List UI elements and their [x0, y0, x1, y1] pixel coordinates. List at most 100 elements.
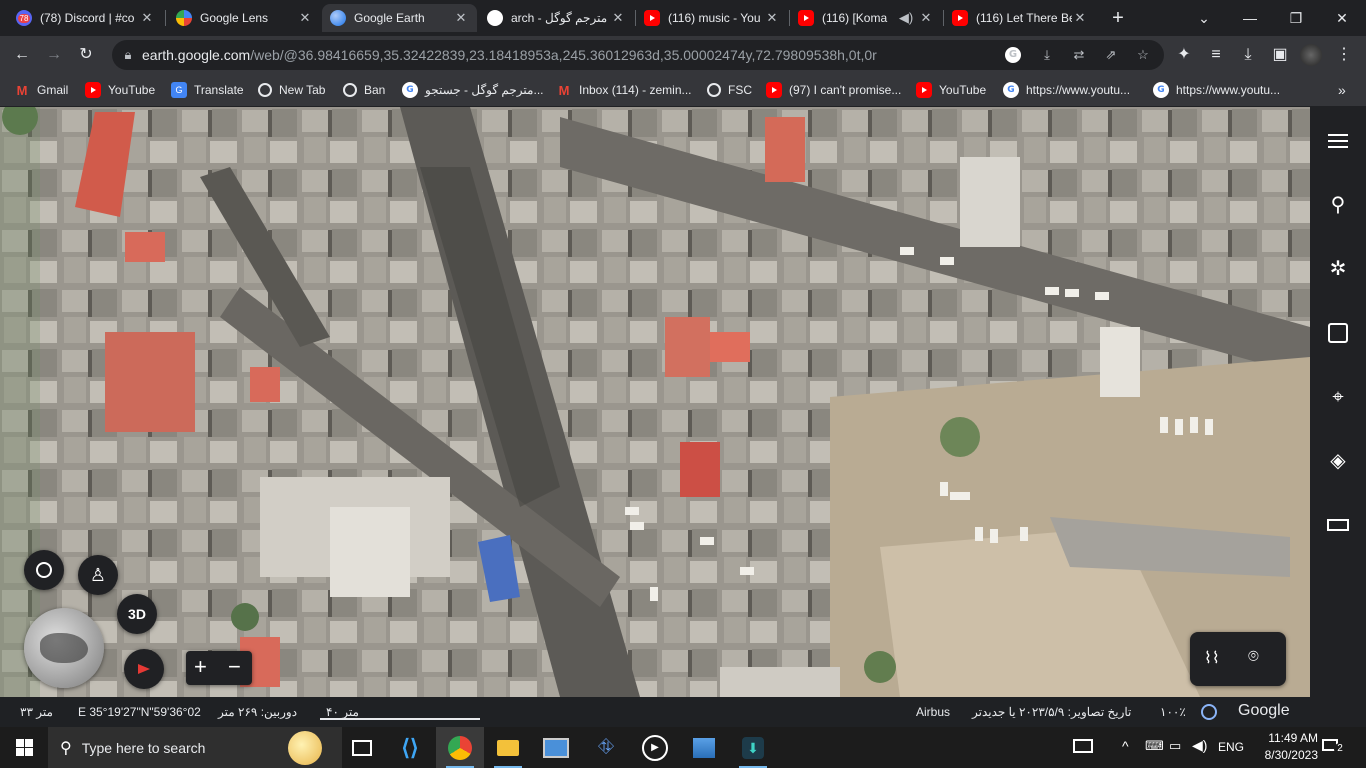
bookmark-youtube-link-1[interactable]: Ghttps://www.youtu...: [1003, 82, 1130, 98]
reload-button[interactable]: ↻: [74, 43, 98, 67]
clock-time[interactable]: 11:49 AM: [1256, 731, 1318, 745]
scale-label: ۴۰ متر: [326, 705, 359, 719]
gmail-icon: M: [558, 82, 570, 98]
translate-icon[interactable]: ⇄: [1069, 45, 1089, 65]
side-panel-icon[interactable]: ▣: [1268, 43, 1292, 67]
compass-icon: [138, 664, 150, 674]
map-style-layers-icon[interactable]: ◈: [1326, 449, 1350, 473]
bookmark-inbox[interactable]: M Inbox (114) - zemin...: [556, 82, 692, 98]
lock-icon[interactable]: 🔒︎: [118, 45, 138, 65]
menu-kebab-icon[interactable]: ⋮: [1332, 43, 1356, 67]
zoom-in-button[interactable]: +: [194, 654, 207, 680]
globe-icon: [343, 83, 357, 97]
projects-pin-icon[interactable]: ⌖: [1326, 385, 1350, 409]
bookmark-google-translate-search[interactable]: G مترجم گوگل - جستجو...: [402, 82, 544, 98]
profile-avatar[interactable]: [1300, 44, 1322, 66]
taskbar-search-box[interactable]: ⚲ Type here to search: [48, 727, 342, 768]
bookmark-label: Ban: [364, 83, 386, 97]
close-icon[interactable]: ✕: [1072, 10, 1088, 26]
taskbar-media-player[interactable]: ▶: [631, 727, 679, 768]
tab-search-button[interactable]: ⌄: [1192, 6, 1216, 30]
bookmark-youtube-link-2[interactable]: Ghttps://www.youtu...: [1153, 82, 1280, 98]
close-icon[interactable]: ✕: [297, 10, 313, 26]
network-status-icon[interactable]: ▭: [1169, 738, 1181, 754]
taskbar-vscode[interactable]: ⟨⟩: [386, 727, 434, 768]
tab-youtube-let-there-be[interactable]: (116) Let There Be ✕: [944, 4, 1096, 32]
measure-ruler-icon[interactable]: [1326, 513, 1350, 537]
imagery-attribution: Airbus: [916, 705, 951, 719]
tab-google-earth[interactable]: Google Earth ✕: [322, 4, 477, 32]
taskbar-file-explorer[interactable]: [484, 727, 532, 768]
close-icon[interactable]: ✕: [918, 10, 934, 26]
play-icon: ▶: [642, 734, 668, 761]
media-control-icon[interactable]: ≡: [1204, 43, 1228, 67]
bookmark-ban[interactable]: Ban: [343, 82, 385, 98]
tab-youtube-koma[interactable]: (116) [Koma ◀) ✕: [790, 4, 942, 32]
street-view-pegman-button[interactable]: ♙: [78, 555, 118, 595]
feeling-lucky-dice-icon[interactable]: [1326, 321, 1350, 345]
bookmark-new-tab[interactable]: New Tab: [258, 82, 325, 98]
install-app-icon[interactable]: ⤓: [1037, 45, 1057, 65]
extensions-icon[interactable]: ✦: [1172, 43, 1196, 67]
taskbar-network-app[interactable]: ⛗: [582, 727, 630, 768]
address-bar[interactable]: 🔒︎ earth.google.com/web/@36.98416659,35.…: [112, 40, 1164, 70]
speaker-icon[interactable]: ◀): [898, 10, 914, 26]
keyboard-icon[interactable]: ⌨: [1145, 738, 1164, 754]
show-hidden-icons-chevron-icon[interactable]: ^: [1122, 738, 1129, 754]
clock-date[interactable]: 8/30/2023: [1254, 748, 1318, 762]
language-indicator[interactable]: ENG: [1218, 740, 1244, 754]
back-button[interactable]: ←: [10, 43, 34, 67]
google-icon[interactable]: G: [1005, 47, 1021, 63]
close-icon[interactable]: ✕: [764, 10, 780, 26]
close-icon[interactable]: ✕: [610, 10, 626, 26]
toggle-3d-button[interactable]: 3D: [117, 594, 157, 634]
volume-icon[interactable]: ◀): [1192, 737, 1207, 754]
measure-path-icon[interactable]: ⌇⌇: [1204, 648, 1220, 668]
discord-badge: 78: [17, 13, 31, 23]
task-view-button[interactable]: [338, 727, 386, 768]
share-icon[interactable]: ⇗: [1101, 45, 1121, 65]
minimize-button[interactable]: —: [1238, 6, 1262, 30]
search-icon[interactable]: ⚲: [1326, 193, 1350, 217]
satellite-map-view[interactable]: ♙ 3D + − ⌇⌇ ⌾: [0, 107, 1310, 697]
url-text[interactable]: earth.google.com/web/@36.98416659,35.324…: [142, 47, 877, 63]
globe-overview-button[interactable]: [24, 608, 104, 688]
bookmark-gmail[interactable]: M Gmail: [14, 82, 69, 98]
close-icon[interactable]: ✕: [139, 10, 155, 26]
more-bookmarks-chevron-icon[interactable]: »: [1338, 82, 1346, 98]
bookmark-youtube-video[interactable]: (97) I can't promise...: [766, 82, 901, 98]
bookmark-translate[interactable]: G Translate: [171, 82, 244, 98]
notification-center-button[interactable]: 2: [1322, 737, 1346, 757]
bookmark-youtube-2[interactable]: YouTube: [916, 82, 986, 98]
tab-discord[interactable]: 78 (78) Discord | #co ✕: [8, 4, 163, 32]
taskbar-remote-desktop[interactable]: [532, 727, 580, 768]
forward-button[interactable]: →: [42, 43, 66, 67]
bookmark-label: New Tab: [279, 83, 326, 97]
close-window-button[interactable]: ✕: [1330, 6, 1354, 30]
tab-google-translate[interactable]: G arch - مترجم گوگل ✕: [479, 4, 634, 32]
bookmark-youtube[interactable]: YouTube: [85, 82, 155, 98]
tab-google-lens[interactable]: Google Lens ✕: [168, 4, 321, 32]
bookmark-label: (97) I can't promise...: [789, 83, 902, 97]
hamburger-menu-icon[interactable]: [1326, 129, 1350, 153]
voyager-icon[interactable]: ✲: [1326, 257, 1350, 281]
bookmark-label: FSC: [728, 83, 752, 97]
youtube-icon: [952, 10, 968, 26]
taskbar-app[interactable]: ⬇: [729, 727, 777, 768]
new-tab-button[interactable]: +: [1106, 6, 1130, 30]
maximize-button[interactable]: ❐: [1284, 6, 1308, 30]
downloads-icon[interactable]: ⤓: [1236, 43, 1260, 67]
compass-button[interactable]: [124, 649, 164, 689]
zoom-out-button[interactable]: −: [228, 654, 241, 680]
tab-youtube-music[interactable]: (116) music - You ✕: [636, 4, 788, 32]
taskbar-photos[interactable]: [680, 727, 728, 768]
my-location-button[interactable]: [24, 550, 64, 590]
bookmark-fsc[interactable]: FSC: [707, 82, 752, 98]
taskbar-chrome[interactable]: [436, 727, 484, 768]
bookmark-star-icon[interactable]: ☆: [1133, 45, 1153, 65]
place-pin-icon[interactable]: ⌾: [1248, 646, 1259, 667]
news-widget-icon[interactable]: [1073, 739, 1093, 753]
close-icon[interactable]: ✕: [453, 10, 469, 26]
windows-start-button[interactable]: [0, 727, 48, 768]
tab-title: Google Earth: [354, 11, 425, 25]
